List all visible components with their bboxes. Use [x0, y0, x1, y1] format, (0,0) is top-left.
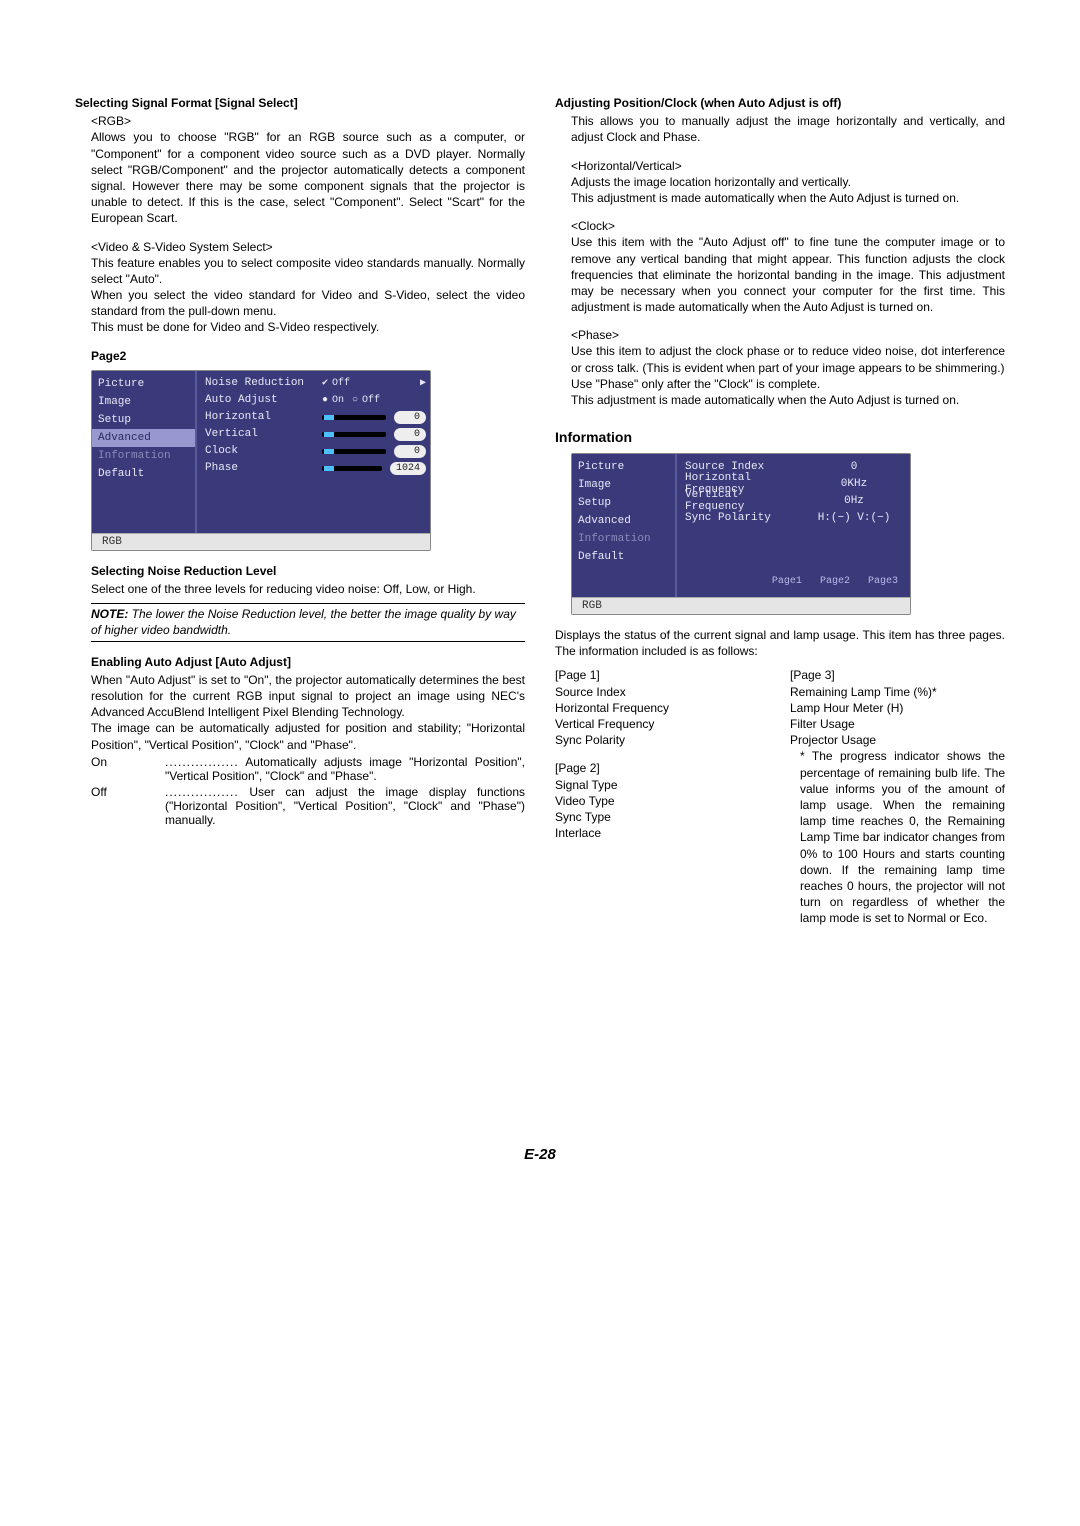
osd2-sync: Sync Polarity — [681, 512, 796, 524]
pg2-b: Video Type — [555, 793, 770, 809]
pg2-d: Interlace — [555, 825, 770, 841]
pg2-a: Signal Type — [555, 777, 770, 793]
heading-position-clock: Adjusting Position/Clock (when Auto Adju… — [555, 95, 1005, 111]
osd-item-advanced[interactable]: Advanced — [92, 429, 195, 447]
osd-menu-advanced: Picture Image Setup Advanced Information… — [91, 370, 431, 551]
pg3-heading: [Page 3] — [790, 667, 1005, 683]
osd-footer-source: RGB — [92, 533, 430, 550]
osd-item-image[interactable]: Image — [92, 393, 195, 411]
video-paragraph-3: This must be done for Video and S-Video … — [91, 319, 525, 335]
video-paragraph-2: When you select the video standard for V… — [91, 287, 525, 319]
osd-menu-information: Picture Image Setup Advanced Information… — [571, 453, 911, 615]
osd-item-default[interactable]: Default — [92, 465, 195, 483]
osd2-pages: Page1 Page2 Page3 — [681, 574, 906, 593]
osd-autoadjust-on[interactable]: On — [322, 395, 344, 406]
pg3-d: Projector Usage — [790, 732, 1005, 748]
info-paragraph: Displays the status of the current signa… — [555, 627, 1005, 659]
osd2-vfreq-val: 0Hz — [802, 495, 906, 507]
osd2-hfreq-val: 0KHz — [802, 478, 906, 490]
auto-paragraph-2: The image can be automatically adjusted … — [91, 720, 525, 752]
osd-row-noise-reduction: Noise Reduction — [201, 377, 316, 389]
osd2-page2[interactable]: Page2 — [820, 576, 850, 587]
hv-p1: Adjusts the image location horizontally … — [571, 174, 1005, 190]
osd-autoadjust-off[interactable]: Off — [352, 395, 380, 406]
clock-tag: <Clock> — [571, 218, 1005, 234]
page-number: E-28 — [75, 1146, 1005, 1163]
pg1-heading: [Page 1] — [555, 667, 770, 683]
osd2-page3[interactable]: Page3 — [868, 576, 898, 587]
phase-tag: <Phase> — [571, 327, 1005, 343]
osd-row-horizontal: Horizontal — [201, 411, 316, 423]
osd2-main-panel: Source Index 0 Horizontal Frequency 0KHz… — [677, 454, 910, 597]
osd2-item-setup[interactable]: Setup — [572, 494, 675, 512]
pg1-c: Vertical Frequency — [555, 716, 770, 732]
page2-label: Page2 — [91, 348, 525, 364]
osd-noise-value[interactable]: Off — [322, 377, 350, 389]
arrow-right-icon[interactable]: ▶ — [420, 377, 426, 389]
slider-horizontal[interactable] — [322, 415, 386, 420]
osd2-footer-source: RGB — [572, 597, 910, 614]
rgb-paragraph: Allows you to choose "RGB" for an RGB so… — [91, 129, 525, 226]
rgb-tag: <RGB> — [91, 113, 525, 129]
note-label: NOTE: — [91, 607, 128, 621]
phase-p3: This adjustment is made automatically wh… — [571, 392, 1005, 408]
pg1-d: Sync Polarity — [555, 732, 770, 748]
phase-p2: Use "Phase" only after the "Clock" is co… — [571, 376, 1005, 392]
osd2-item-advanced[interactable]: Advanced — [572, 512, 675, 530]
osd2-item-picture[interactable]: Picture — [572, 458, 675, 476]
pg2-heading: [Page 2] — [555, 760, 770, 776]
osd-item-setup[interactable]: Setup — [92, 411, 195, 429]
pos-paragraph: This allows you to manually adjust the i… — [571, 113, 1005, 145]
value-clock: 0 — [394, 445, 426, 458]
osd-main-panel: Noise Reduction Off▶ Auto Adjust On Off … — [197, 371, 430, 533]
osd2-sidebar: Picture Image Setup Advanced Information… — [572, 454, 677, 597]
hv-p2: This adjustment is made automatically wh… — [571, 190, 1005, 206]
note-block: NOTE: The lower the Noise Reduction leve… — [91, 603, 525, 641]
heading-noise-reduction: Selecting Noise Reduction Level — [91, 563, 525, 579]
pg3-b: Lamp Hour Meter (H) — [790, 700, 1005, 716]
video-tag: <Video & S-Video System Select> — [91, 239, 525, 255]
value-vertical: 0 — [394, 428, 426, 441]
dl-off-term: Off — [91, 785, 161, 827]
dl-on-term: On — [91, 755, 161, 783]
phase-p1: Use this item to adjust the clock phase … — [571, 343, 1005, 375]
note-text: The lower the Noise Reduction level, the… — [91, 607, 516, 637]
osd2-item-image[interactable]: Image — [572, 476, 675, 494]
star-note: * The progress indicator shows the perce… — [800, 748, 1005, 926]
pg3-c: Filter Usage — [790, 716, 1005, 732]
dl-off-def: ................. User can adjust the im… — [161, 785, 525, 827]
osd-row-vertical: Vertical — [201, 428, 316, 440]
osd-row-phase: Phase — [201, 462, 316, 474]
osd2-sync-val: H:(−) V:(−) — [802, 512, 906, 524]
pg2-c: Sync Type — [555, 809, 770, 825]
slider-vertical[interactable] — [322, 432, 386, 437]
clock-p: Use this item with the "Auto Adjust off"… — [571, 234, 1005, 315]
pg3-a: Remaining Lamp Time (%)* — [790, 684, 1005, 700]
video-paragraph-1: This feature enables you to select compo… — [91, 255, 525, 287]
osd-row-auto-adjust: Auto Adjust — [201, 394, 316, 406]
osd-sidebar: Picture Image Setup Advanced Information… — [92, 371, 197, 533]
value-phase: 1024 — [390, 462, 426, 475]
osd2-item-information[interactable]: Information — [572, 530, 675, 548]
heading-signal-select: Selecting Signal Format [Signal Select] — [75, 95, 525, 111]
noise-paragraph: Select one of the three levels for reduc… — [91, 581, 525, 597]
slider-phase[interactable] — [322, 466, 382, 471]
osd2-source-index-val: 0 — [802, 461, 906, 473]
value-horizontal: 0 — [394, 411, 426, 424]
osd2-vfreq: Vertical Frequency — [681, 489, 796, 513]
heading-auto-adjust: Enabling Auto Adjust [Auto Adjust] — [91, 654, 525, 670]
osd2-page1[interactable]: Page1 — [772, 576, 802, 587]
pg1-a: Source Index — [555, 684, 770, 700]
auto-paragraph-1: When "Auto Adjust" is set to "On", the p… — [91, 672, 525, 721]
hv-tag: <Horizontal/Vertical> — [571, 158, 1005, 174]
osd-item-information[interactable]: Information — [92, 447, 195, 465]
heading-information: Information — [555, 428, 1005, 447]
dl-on-def: ................. Automatically adjusts … — [161, 755, 525, 783]
osd2-item-default[interactable]: Default — [572, 548, 675, 566]
osd-item-picture[interactable]: Picture — [92, 375, 195, 393]
osd-row-clock: Clock — [201, 445, 316, 457]
slider-clock[interactable] — [322, 449, 386, 454]
pg1-b: Horizontal Frequency — [555, 700, 770, 716]
